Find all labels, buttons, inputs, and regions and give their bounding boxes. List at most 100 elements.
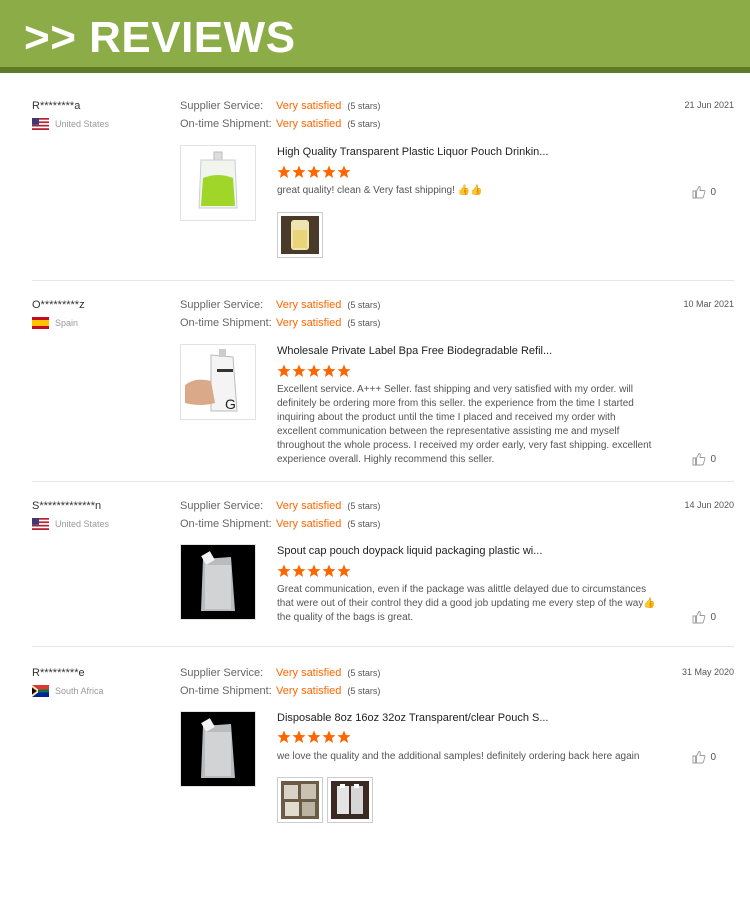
review-stars xyxy=(277,564,352,578)
product-thumbnail[interactable] xyxy=(180,711,256,787)
ontime-shipment-rating: On-time Shipment: Very satisfied (5 star… xyxy=(180,317,380,329)
review-card: R*********e South Africa Supplier Servic… xyxy=(32,667,734,827)
ontime-shipment-rating: On-time Shipment: Very satisfied (5 star… xyxy=(180,118,380,130)
review-text: Great communication, even if the package… xyxy=(277,584,656,623)
rating-stars-text: (5 stars) xyxy=(347,101,381,111)
reviewer-name: O*********z xyxy=(32,299,85,311)
star-icon xyxy=(307,364,321,378)
star-icon xyxy=(322,364,336,378)
product-title-link[interactable]: Disposable 8oz 16oz 32oz Transparent/cle… xyxy=(277,712,549,724)
like-button[interactable]: 0 xyxy=(692,610,716,624)
country-name: Spain xyxy=(55,318,79,328)
star-icon xyxy=(292,364,306,378)
supplier-service-rating: Supplier Service: Very satisfied (5 star… xyxy=(180,100,380,112)
review-date: 10 Mar 2021 xyxy=(683,299,734,309)
rating-value: Very satisfied xyxy=(276,518,342,530)
rating-stars-text: (5 stars) xyxy=(347,300,381,310)
reviewer-country: South Africa xyxy=(32,685,104,697)
review-card: S*************n United States Supplier S… xyxy=(32,500,734,640)
like-button[interactable]: 0 xyxy=(692,185,716,199)
star-icon xyxy=(337,564,351,578)
review-photo[interactable] xyxy=(327,777,373,823)
star-icon xyxy=(337,730,351,744)
star-icon xyxy=(337,364,351,378)
rating-stars-text: (5 stars) xyxy=(347,519,381,529)
rating-stars-text: (5 stars) xyxy=(347,119,381,129)
ontime-shipment-rating: On-time Shipment: Very satisfied (5 star… xyxy=(180,518,380,530)
reviewer-name: R********a xyxy=(32,100,81,112)
reviewer-name: S*************n xyxy=(32,500,102,512)
rating-stars-text: (5 stars) xyxy=(347,501,381,511)
star-icon xyxy=(292,564,306,578)
review-photo[interactable] xyxy=(277,777,323,823)
product-title-link[interactable]: High Quality Transparent Plastic Liquor … xyxy=(277,146,548,158)
star-icon xyxy=(307,564,321,578)
rating-label: On-time Shipment: xyxy=(180,317,272,329)
product-thumbnail[interactable] xyxy=(180,544,256,620)
star-icon xyxy=(322,564,336,578)
star-icon xyxy=(307,730,321,744)
star-icon xyxy=(322,730,336,744)
review-stars xyxy=(277,364,352,378)
svg-text:G: G xyxy=(225,396,236,412)
star-icon xyxy=(337,165,351,179)
rating-value: Very satisfied xyxy=(276,100,342,112)
like-count: 0 xyxy=(710,751,716,763)
star-icon xyxy=(322,165,336,179)
review-text: Excellent service. A+++ Seller. fast shi… xyxy=(277,384,652,465)
thumbs-up-icon xyxy=(692,751,706,764)
thumbs-up-icon xyxy=(692,453,706,466)
like-button[interactable]: 0 xyxy=(692,750,716,764)
za-flag-icon xyxy=(32,685,49,697)
supplier-service-rating: Supplier Service: Very satisfied (5 star… xyxy=(180,500,380,512)
banner-title: >> REVIEWS xyxy=(24,13,296,62)
reviewer-country: Spain xyxy=(32,317,78,329)
review-date: 31 May 2020 xyxy=(681,667,734,677)
review-divider xyxy=(32,646,734,647)
review-photos xyxy=(277,212,327,258)
review-stars xyxy=(277,730,352,744)
rating-value: Very satisfied xyxy=(276,685,342,697)
reviewer-country: United States xyxy=(32,118,109,130)
rating-value: Very satisfied xyxy=(276,500,342,512)
star-icon xyxy=(277,165,291,179)
es-flag-icon xyxy=(32,317,49,329)
review-divider xyxy=(32,481,734,482)
rating-value: Very satisfied xyxy=(276,667,342,679)
product-thumbnail[interactable] xyxy=(180,145,256,221)
rating-value: Very satisfied xyxy=(276,299,342,311)
star-icon xyxy=(292,165,306,179)
supplier-service-rating: Supplier Service: Very satisfied (5 star… xyxy=(180,299,380,311)
review-stars xyxy=(277,165,352,179)
review-card: O*********z Spain Supplier Service: Very… xyxy=(32,299,734,474)
rating-value: Very satisfied xyxy=(276,317,342,329)
rating-label: On-time Shipment: xyxy=(180,118,272,130)
star-icon xyxy=(277,364,291,378)
rating-label: Supplier Service: xyxy=(180,100,264,112)
review-date: 14 Jun 2020 xyxy=(684,500,734,510)
rating-label: On-time Shipment: xyxy=(180,518,272,530)
star-icon xyxy=(292,730,306,744)
country-name: United States xyxy=(55,519,110,529)
review-photos xyxy=(277,777,377,823)
review-date: 21 Jun 2021 xyxy=(684,100,734,110)
thumbs-up-icon xyxy=(692,186,706,199)
review-divider xyxy=(32,280,734,281)
rating-value: Very satisfied xyxy=(276,118,342,130)
like-button[interactable]: 0 xyxy=(692,452,716,466)
product-thumbnail[interactable]: G xyxy=(180,344,256,420)
country-name: United States xyxy=(55,119,110,129)
star-icon xyxy=(307,165,321,179)
rating-label: Supplier Service: xyxy=(180,667,264,679)
rating-stars-text: (5 stars) xyxy=(347,668,381,678)
like-count: 0 xyxy=(710,186,716,198)
review-photo[interactable] xyxy=(277,212,323,258)
product-title-link[interactable]: Wholesale Private Label Bpa Free Biodegr… xyxy=(277,345,552,357)
product-title-link[interactable]: Spout cap pouch doypack liquid packaging… xyxy=(277,545,542,557)
reviews-banner: >> REVIEWS xyxy=(0,0,750,73)
like-count: 0 xyxy=(710,611,716,623)
us-flag-icon xyxy=(32,518,49,530)
like-count: 0 xyxy=(710,453,716,465)
rating-label: Supplier Service: xyxy=(180,500,264,512)
thumbs-up-icon xyxy=(692,611,706,624)
